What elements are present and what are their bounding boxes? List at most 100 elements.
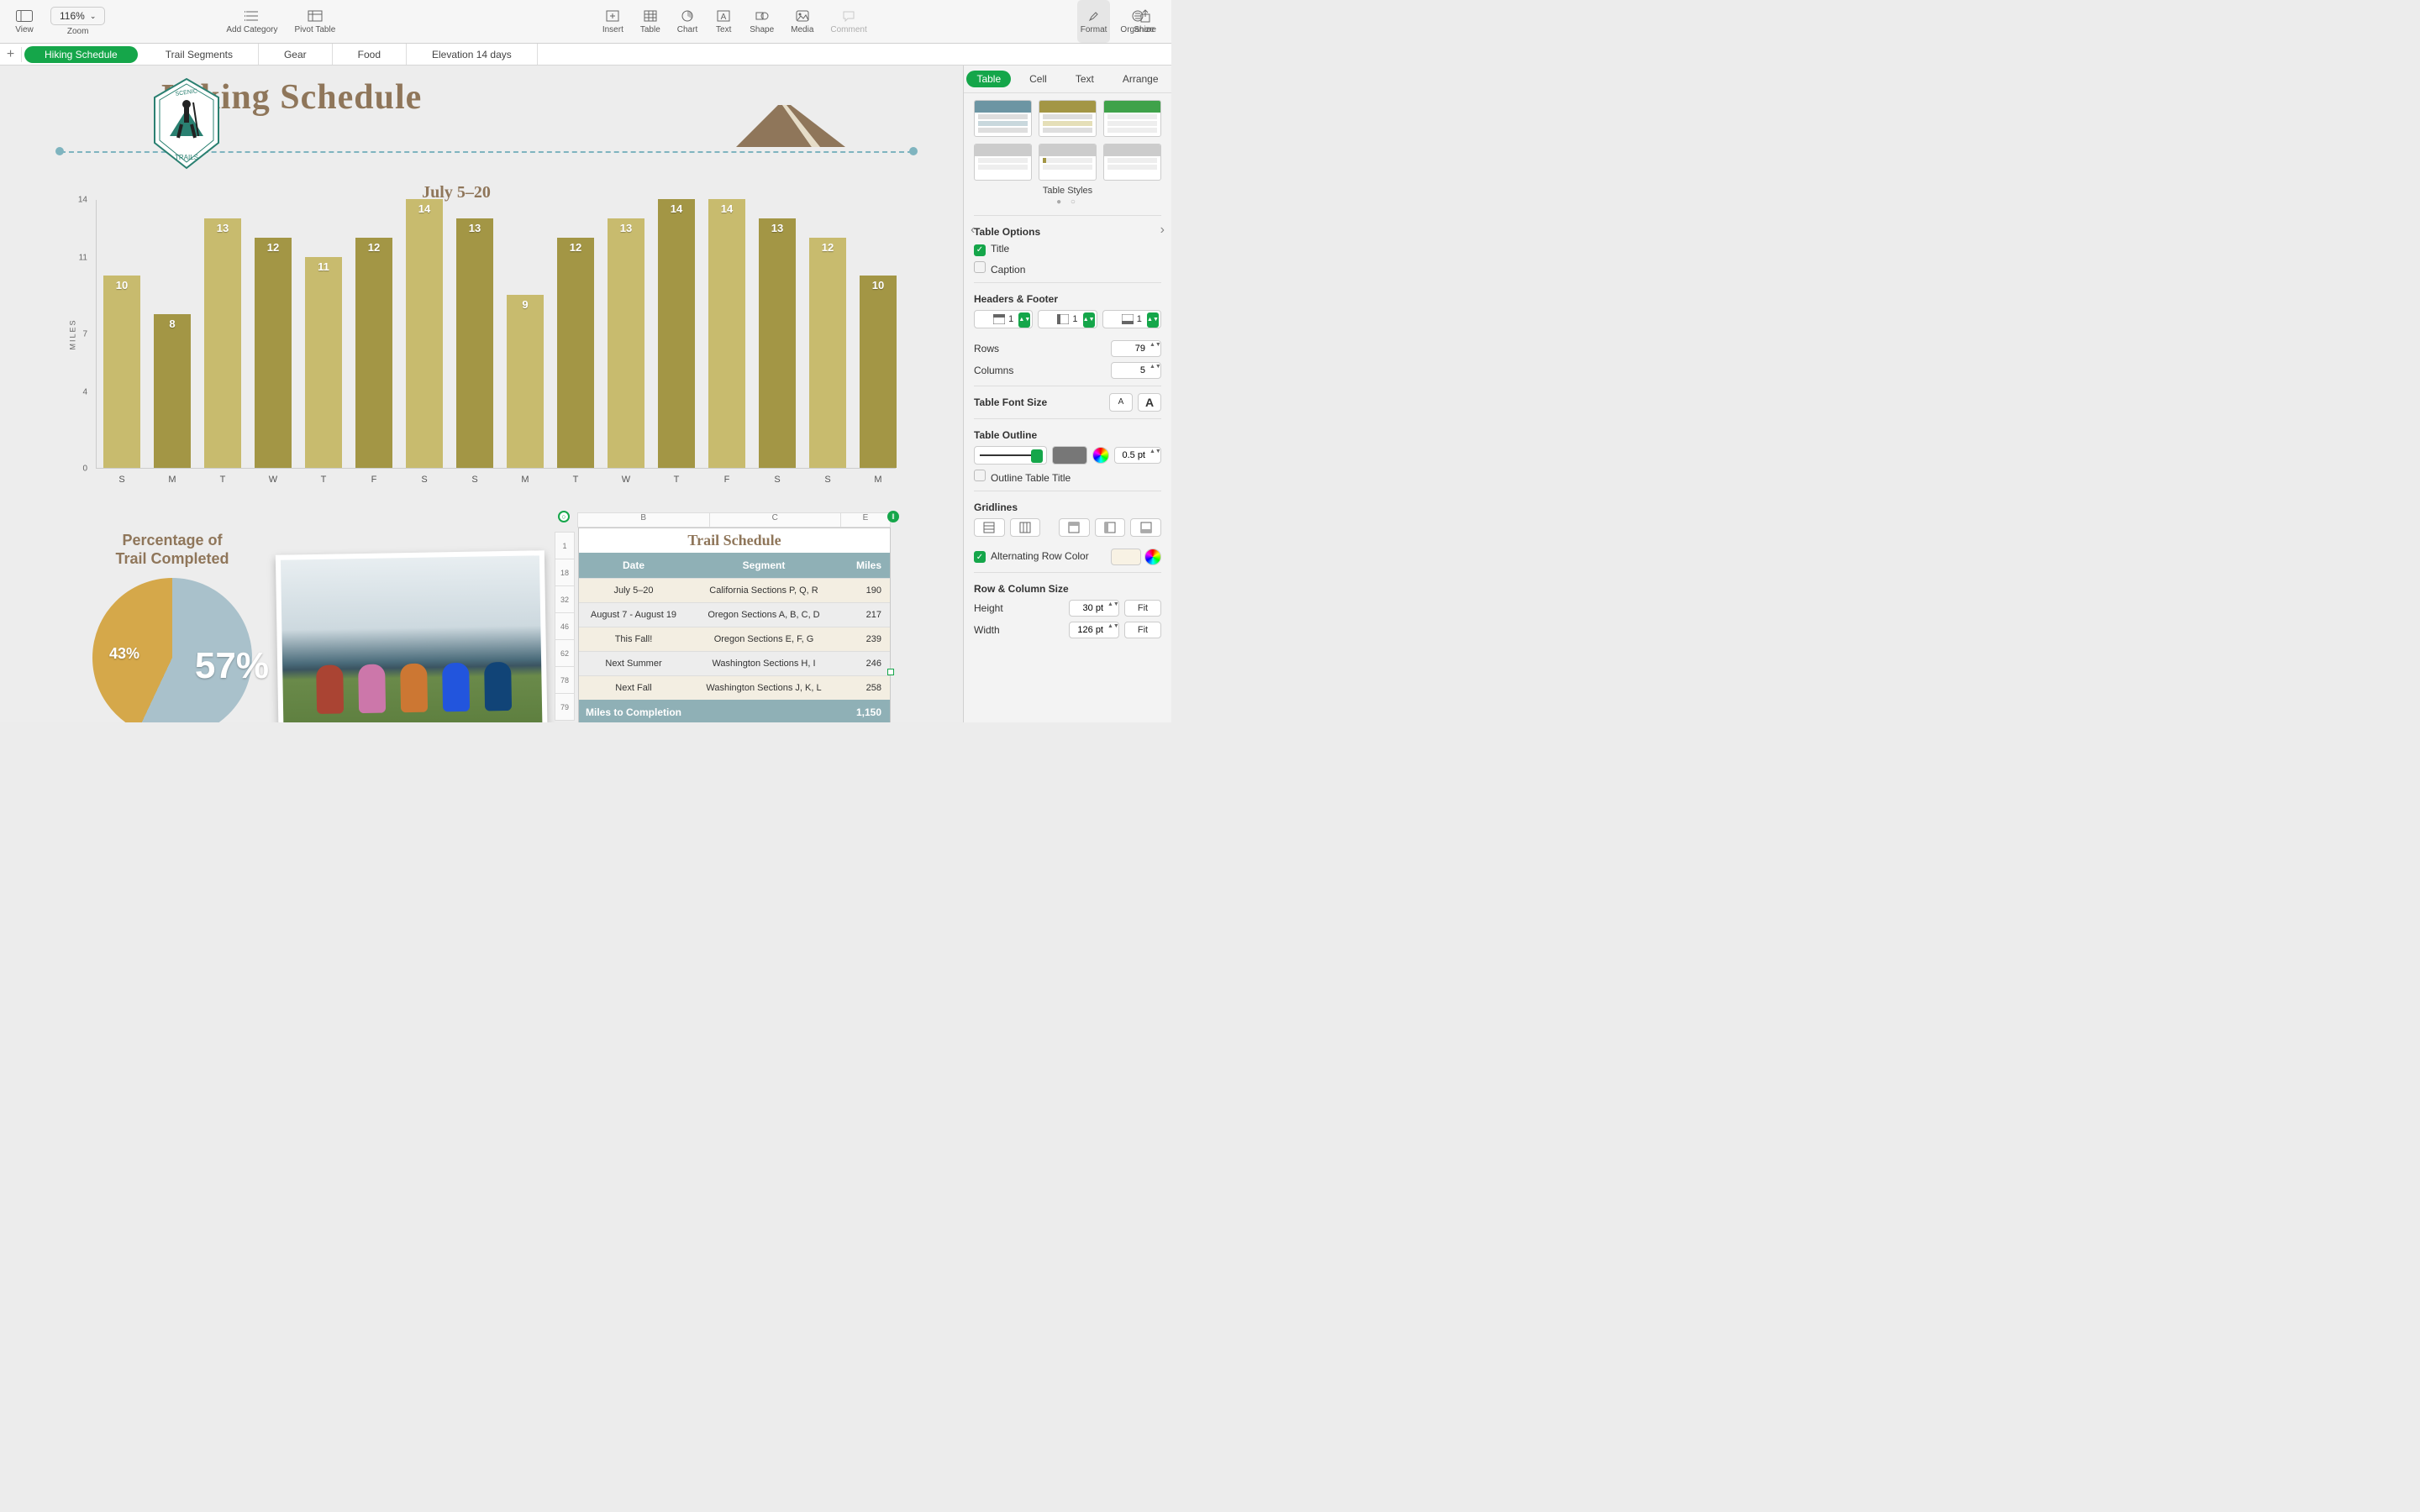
tab-cell[interactable]: Cell [1019,71,1057,87]
row-header[interactable]: 62 [555,639,575,667]
outline-color-swatch[interactable] [1052,446,1087,465]
sheet-tab-elevation[interactable]: Elevation 14 days [407,44,538,65]
add-sheet-button[interactable]: + [0,47,22,62]
pivot-table-button[interactable]: Pivot Table [288,0,343,43]
stepper-icon[interactable]: ▲▼ [1150,364,1160,377]
view-button[interactable]: View [8,0,40,43]
bar[interactable]: 14 [708,199,745,468]
table-style-2[interactable] [1039,100,1097,137]
stepper-icon[interactable]: ▲▼ [1150,449,1160,462]
stepper-icon[interactable]: ▲▼ [1150,342,1160,355]
outline-title-checkbox[interactable]: Outline Table Title [974,470,1161,484]
bar[interactable]: 13 [456,218,493,468]
row-header[interactable]: 1 [555,532,575,559]
table-corner-handle[interactable]: ○ [558,511,570,522]
tab-table[interactable]: Table [966,71,1011,87]
row-header[interactable]: 46 [555,612,575,640]
bar[interactable]: 8 [154,314,191,468]
sheet-tab-hiking[interactable]: Hiking Schedule [24,46,138,63]
bar[interactable]: 9 [507,295,544,468]
styles-prev-button[interactable]: ‹ [967,219,978,241]
comment-button[interactable]: Comment [823,0,873,43]
bar[interactable]: 11 [305,257,342,468]
bar[interactable]: 14 [406,199,443,468]
alt-row-color-row[interactable]: ✓Alternating Row Color [974,549,1161,565]
bar[interactable]: 12 [355,238,392,468]
table-style-6[interactable] [1103,144,1161,181]
col-header-e[interactable]: E [840,512,891,528]
organize-button[interactable]: Organize [1113,0,1161,43]
sheet-tab-gear[interactable]: Gear [259,44,333,65]
col-header-b[interactable]: B [577,512,710,528]
media-button[interactable]: Media [784,0,820,43]
table-style-3[interactable] [1103,100,1161,137]
table-style-5[interactable] [1039,144,1097,181]
gridline-hdr-h-button[interactable] [1059,518,1090,537]
bar[interactable]: 13 [759,218,796,468]
gridline-hdr-v-button[interactable] [1095,518,1126,537]
insert-button[interactable]: Insert [596,0,630,43]
selection-handle[interactable] [887,669,894,675]
outline-style-select[interactable] [974,446,1047,465]
bar[interactable]: 12 [557,238,594,468]
bar[interactable]: 13 [608,218,644,468]
x-tick: W [255,475,292,485]
fit-height-button[interactable]: Fit [1124,600,1161,617]
table-row[interactable]: August 7 - August 19Oregon Sections A, B… [579,602,890,627]
tab-text[interactable]: Text [1065,71,1104,87]
gridline-ftr-button[interactable] [1130,518,1161,537]
stepper-icon[interactable]: ▲▼ [1107,623,1118,637]
text-button[interactable]: A Text [708,0,739,43]
zoom-control[interactable]: 116%⌄ Zoom [44,0,112,43]
table-row[interactable]: This Fall!Oregon Sections E, F, G239 [579,627,890,651]
format-button[interactable]: Format [1077,0,1111,43]
bar[interactable]: 12 [255,238,292,468]
tab-arrange[interactable]: Arrange [1113,71,1169,87]
row-header[interactable]: 79 [555,693,575,721]
color-wheel-icon[interactable] [1092,447,1109,464]
add-column-handle[interactable]: ‖ [887,511,899,522]
gridline-v-button[interactable] [1010,518,1041,537]
footer-rows-stepper[interactable]: 1▲▼ [1102,310,1161,328]
table-row[interactable]: Next FallWashington Sections J, K, L258 [579,675,890,700]
bar-chart[interactable]: MILES 0471114 10S8M13T12W11T12F14S13S9M1… [66,200,896,494]
bar[interactable]: 13 [204,218,241,468]
gridline-h-button[interactable] [974,518,1005,537]
header-rows-stepper[interactable]: 1▲▼ [974,310,1033,328]
table-style-4[interactable] [974,144,1032,181]
styles-pager[interactable]: ● ○ [974,197,1161,207]
shape-button[interactable]: Shape [743,0,781,43]
x-tick: T [204,475,241,485]
trail-schedule-table[interactable]: ○ ‖ B C E 1183246627879 Trail Schedule D… [555,512,891,722]
bar[interactable]: 12 [809,238,846,468]
bar[interactable]: 10 [860,276,897,468]
chart-button[interactable]: Chart [671,0,704,43]
sheet-tab-segments[interactable]: Trail Segments [140,44,259,65]
fit-width-button[interactable]: Fit [1124,622,1161,638]
styles-next-button[interactable]: › [1157,219,1168,241]
row-header[interactable]: 32 [555,585,575,613]
table-row[interactable]: July 5–20California Sections P, Q, R190 [579,578,890,602]
photo[interactable] [276,550,548,722]
col-header-c[interactable]: C [709,512,842,528]
header-cols-stepper[interactable]: 1▲▼ [1038,310,1097,328]
stepper-icon[interactable]: ▲▼ [1107,601,1118,615]
bar[interactable]: 14 [658,199,695,468]
row-header[interactable]: 78 [555,666,575,694]
font-smaller-button[interactable]: A [1109,393,1133,412]
pie-chart[interactable]: 43% 57% [92,578,252,722]
table-row[interactable]: Next SummerWashington Sections H, I246 [579,651,890,675]
canvas[interactable]: Hiking Schedule SCENIC TRAILS [0,66,963,722]
add-category-button[interactable]: Add Category [219,0,284,43]
title-checkbox-row[interactable]: ✓Title [974,243,1161,256]
sheet-tab-food[interactable]: Food [333,44,407,65]
caption-checkbox-row[interactable]: Caption [974,261,1161,276]
font-larger-button[interactable]: A [1138,393,1161,412]
pie-title: Percentage ofTrail Completed [76,532,269,568]
alt-color-swatch[interactable] [1111,549,1141,565]
bar[interactable]: 10 [103,276,140,468]
table-button[interactable]: Table [634,0,667,43]
color-wheel-icon[interactable] [1144,549,1161,565]
table-style-1[interactable] [974,100,1032,137]
row-header[interactable]: 18 [555,559,575,586]
